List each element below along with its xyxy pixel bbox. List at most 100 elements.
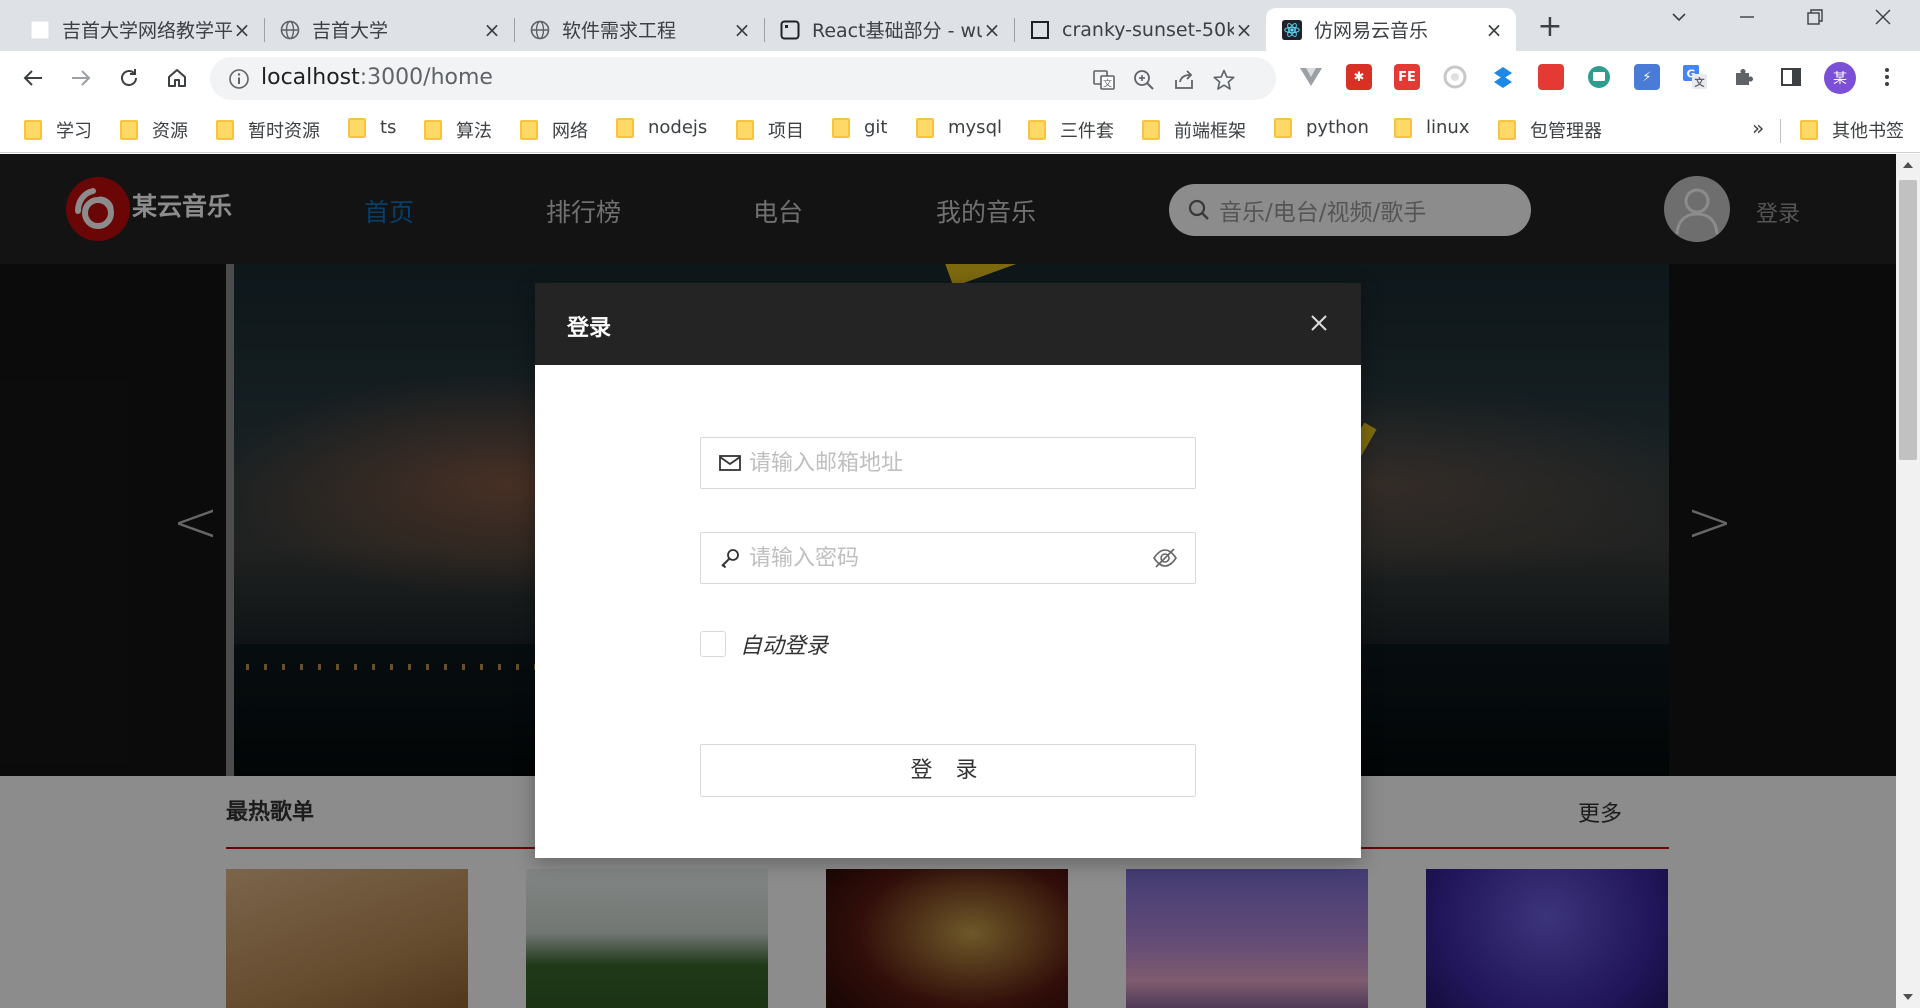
auto-login-label[interactable]: 自动登录 bbox=[740, 628, 828, 660]
bookmark-folder[interactable]: git bbox=[832, 117, 887, 138]
folder-icon bbox=[736, 120, 754, 140]
scroll-down-icon[interactable] bbox=[1903, 994, 1913, 1000]
close-window-button[interactable] bbox=[1868, 8, 1898, 31]
home-icon bbox=[168, 69, 186, 87]
more-vertical-icon[interactable] bbox=[1874, 64, 1900, 90]
bookmark-folder[interactable]: 暂时资源 bbox=[216, 117, 320, 143]
puzzle-icon[interactable] bbox=[1730, 64, 1756, 90]
page-scrollbar[interactable] bbox=[1896, 154, 1920, 1008]
google-translate-icon[interactable]: G文 bbox=[1682, 64, 1708, 90]
bookmark-folder[interactable]: linux bbox=[1394, 117, 1469, 138]
folder-icon bbox=[1028, 120, 1046, 140]
eye-invisible-icon[interactable] bbox=[1151, 544, 1179, 572]
browser-tab-bar: 吉首大学网络教学平台 × 吉首大学 × 软件需求工程 × React基础部分 -… bbox=[0, 0, 1920, 51]
bookmarks-bar: 学习 资源 暂时资源 ts 算法 网络 nodejs 项目 git mysql … bbox=[0, 107, 1920, 153]
url-path: :3000/home bbox=[359, 65, 493, 90]
browser-tab-active[interactable]: 仿网易云音乐 × bbox=[1266, 8, 1516, 51]
auto-login-row[interactable]: 自动登录 bbox=[700, 628, 828, 660]
translate-icon[interactable]: 文 bbox=[1092, 68, 1116, 92]
browser-tab[interactable]: 吉首大学 × bbox=[264, 8, 514, 51]
bookmark-folder[interactable]: 前端框架 bbox=[1142, 117, 1246, 143]
restore-button[interactable] bbox=[1800, 8, 1830, 31]
folder-icon bbox=[24, 120, 42, 140]
zoom-icon[interactable] bbox=[1132, 68, 1156, 92]
tab-title: 吉首大学 bbox=[312, 20, 389, 42]
scrollbar-thumb[interactable] bbox=[1899, 180, 1917, 460]
globe-icon bbox=[530, 20, 550, 40]
auto-login-checkbox[interactable] bbox=[700, 631, 726, 657]
vue-devtools-icon[interactable] bbox=[1298, 64, 1324, 90]
email-field[interactable] bbox=[700, 437, 1196, 489]
tab-search-icon[interactable] bbox=[1664, 8, 1694, 31]
info-icon[interactable] bbox=[228, 68, 250, 94]
browser-tab[interactable]: cranky-sunset-50k × bbox=[1014, 8, 1266, 51]
folder-icon bbox=[1274, 117, 1292, 138]
address-bar[interactable]: localhost:3000/home 文 bbox=[210, 57, 1276, 100]
close-icon[interactable]: × bbox=[982, 20, 1002, 40]
arrow-right-icon bbox=[72, 70, 91, 86]
folder-icon bbox=[916, 117, 934, 138]
extension-icon[interactable] bbox=[1586, 64, 1612, 90]
bookmark-label: 三件套 bbox=[1060, 121, 1114, 142]
bookmark-folder[interactable]: 三件套 bbox=[1028, 117, 1114, 143]
bookmark-folder[interactable]: 算法 bbox=[424, 117, 492, 143]
browser-toolbar: localhost:3000/home 文 ✱ FE ⚡ G文 某 bbox=[0, 51, 1920, 107]
close-icon[interactable]: × bbox=[732, 20, 752, 40]
fe-helper-icon[interactable]: FE bbox=[1394, 64, 1420, 90]
home-button[interactable] bbox=[160, 61, 194, 95]
url-text[interactable]: localhost:3000/home bbox=[261, 65, 493, 90]
modal-header: 登录 bbox=[535, 283, 1361, 365]
bookmarks-more-button[interactable]: » bbox=[1752, 116, 1764, 140]
share-icon[interactable] bbox=[1172, 68, 1196, 92]
extension-icon[interactable]: ⚡ bbox=[1634, 64, 1660, 90]
square-icon bbox=[1030, 20, 1050, 40]
new-tab-button[interactable]: + bbox=[1536, 12, 1564, 42]
extension-icon[interactable] bbox=[1538, 64, 1564, 90]
bookmark-label: linux bbox=[1426, 117, 1470, 138]
browser-tab[interactable]: 吉首大学网络教学平台 × bbox=[14, 8, 264, 51]
close-icon[interactable] bbox=[1303, 307, 1335, 339]
password-field[interactable] bbox=[700, 532, 1196, 584]
mail-icon bbox=[717, 450, 743, 476]
bookmark-label: 算法 bbox=[456, 121, 492, 142]
email-input[interactable] bbox=[749, 450, 1179, 476]
close-icon[interactable]: × bbox=[1484, 20, 1504, 40]
extension-icon[interactable]: ✱ bbox=[1346, 64, 1372, 90]
forward-button[interactable] bbox=[64, 61, 98, 95]
tab-title: cranky-sunset-50k bbox=[1062, 18, 1234, 41]
bookmark-folder[interactable]: 包管理器 bbox=[1498, 117, 1602, 143]
bookmark-folder[interactable]: 资源 bbox=[120, 117, 188, 143]
extension-icon[interactable] bbox=[1442, 64, 1468, 90]
extension-icon[interactable] bbox=[1490, 64, 1516, 90]
reload-button[interactable] bbox=[112, 61, 146, 95]
bookmark-label: 暂时资源 bbox=[248, 121, 320, 142]
browser-tab[interactable]: 软件需求工程 × bbox=[514, 8, 764, 51]
scroll-up-icon[interactable] bbox=[1903, 162, 1913, 168]
bookmark-folder[interactable]: 项目 bbox=[736, 117, 804, 143]
folder-icon bbox=[1800, 120, 1818, 140]
browser-tab[interactable]: React基础部分 - wuwu × bbox=[764, 8, 1014, 51]
password-input[interactable] bbox=[749, 545, 1151, 571]
key-icon bbox=[717, 545, 743, 571]
minimize-button[interactable] bbox=[1732, 8, 1762, 31]
sidebar-icon[interactable] bbox=[1778, 64, 1804, 90]
bookmark-label: mysql bbox=[948, 117, 1002, 138]
bookmark-folder[interactable]: ts bbox=[348, 117, 396, 138]
close-icon[interactable]: × bbox=[232, 20, 252, 40]
profile-avatar[interactable]: 某 bbox=[1824, 62, 1856, 94]
other-bookmarks-folder[interactable]: 其他书签 bbox=[1800, 117, 1904, 143]
close-icon[interactable]: × bbox=[1234, 20, 1254, 40]
back-button[interactable] bbox=[16, 61, 50, 95]
login-submit-button[interactable]: 登 录 bbox=[700, 744, 1196, 797]
folder-icon bbox=[1394, 117, 1412, 138]
bookmark-folder[interactable]: mysql bbox=[916, 117, 1002, 138]
bookmark-folder[interactable]: python bbox=[1274, 117, 1369, 138]
bookmark-folder[interactable]: 网络 bbox=[520, 117, 588, 143]
star-icon[interactable] bbox=[1212, 68, 1236, 92]
folder-icon bbox=[120, 120, 138, 140]
close-icon[interactable]: × bbox=[482, 20, 502, 40]
bookmark-label: 学习 bbox=[56, 121, 92, 142]
bookmark-folder[interactable]: 学习 bbox=[24, 117, 92, 143]
bookmark-label: 包管理器 bbox=[1530, 121, 1602, 142]
bookmark-folder[interactable]: nodejs bbox=[616, 117, 707, 138]
